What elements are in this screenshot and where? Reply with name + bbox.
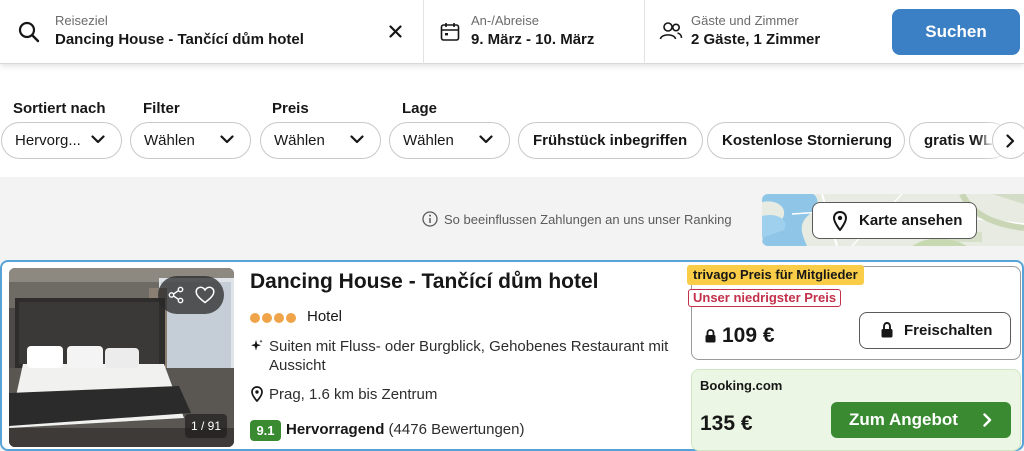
photo-counter: 1 / 91 [185,414,227,438]
member-price-value: 109 € [722,324,775,347]
location-pin-icon [251,386,263,402]
star-icon [250,313,260,323]
lowest-price-tag: Unser niedrigster Preis [688,289,842,307]
chip-free-cancellation[interactable]: Kostenlose Stornierung [707,122,905,159]
filter-dropdown[interactable]: Wählen [130,122,251,159]
chip-breakfast[interactable]: Frühstück inbegriffen [518,122,703,159]
location-label: Lage [402,100,438,117]
share-icon[interactable] [168,286,184,304]
view-deal-button[interactable]: Zum Angebot [831,402,1011,438]
calendar-icon [440,23,460,41]
unlock-button-label: Freischalten [904,322,993,339]
star-icon [262,313,272,323]
guests-icon [659,22,683,40]
provider-price: 135 € [700,412,753,435]
rating-label: Hervorragend [286,421,385,438]
member-price: 109 € [705,324,775,348]
filters-scroll-right-button[interactable] [992,122,1024,159]
member-price-tag: trivago Preis für Mitglieder [687,265,864,285]
provider-name: Booking.com [700,378,783,393]
ranking-info-link[interactable]: So beeinflussen Zahlungen an uns unser R… [422,211,732,227]
unlock-button[interactable]: Freischalten [859,312,1011,349]
ranking-info-text: So beeinflussen Zahlungen an uns unser R… [444,212,732,227]
sort-dropdown[interactable]: Hervorg... [1,122,122,159]
location-dropdown-value: Wählen [403,132,454,149]
sort-dropdown-value: Hervorg... [15,132,81,149]
price-label: Preis [272,100,309,117]
star-icon [286,313,296,323]
hotel-type: Hotel [307,308,343,325]
dates-field[interactable]: An-/Abreise 9. März - 10. März [424,0,645,64]
dates-value[interactable]: 9. März - 10. März [471,31,594,48]
chevron-down-icon [479,135,493,144]
search-bar: Reiseziel Dancing House - Tančící dům ho… [0,0,1024,64]
destination-label: Reiseziel [55,13,108,28]
location-dropdown[interactable]: Wählen [389,122,510,159]
destination-value[interactable]: Dancing House - Tančící dům hotel [55,31,304,48]
search-icon [18,21,40,43]
star-rating [250,310,298,328]
star-icon [274,313,284,323]
chip-free-wifi-label: gratis WL [924,132,993,149]
sort-label: Sortiert nach [13,100,106,117]
info-icon [422,211,438,227]
view-deal-label: Zum Angebot [849,410,958,429]
view-map-button[interactable]: Karte ansehen [812,202,977,239]
view-map-label: Karte ansehen [859,212,963,229]
heart-icon[interactable] [195,286,215,304]
rating-score-badge: 9.1 [250,420,281,441]
rating-summary[interactable]: Hervorragend (4476 Bewertungen) [286,421,524,438]
search-button[interactable]: Suchen [892,9,1020,55]
lock-icon [881,322,893,338]
clear-icon[interactable] [389,25,402,38]
chevron-right-icon [983,413,992,427]
chevron-down-icon [350,135,364,144]
guests-field[interactable]: Gäste und Zimmer 2 Gäste, 1 Zimmer [645,0,885,64]
hotel-amenities: Suiten mit Fluss- oder Burgblick, Gehobe… [269,338,669,374]
chevron-down-icon [91,135,105,144]
sparkle-icon [251,339,263,351]
lock-icon [705,329,716,343]
hotel-name[interactable]: Dancing House - Tančící dům hotel [250,270,598,294]
chip-breakfast-label: Frühstück inbegriffen [533,132,688,149]
photo-actions [158,276,224,314]
chevron-down-icon [220,135,234,144]
hotel-location: Prag, 1.6 km bis Zentrum [269,386,438,403]
price-dropdown-value: Wählen [274,132,325,149]
map-pin-icon [833,211,847,231]
review-count: (4476 Bewertungen) [388,421,525,438]
filter-dropdown-value: Wählen [144,132,195,149]
filter-label: Filter [143,100,180,117]
chip-free-cancellation-label: Kostenlose Stornierung [722,132,893,149]
guests-label: Gäste und Zimmer [691,13,799,28]
dates-label: An-/Abreise [471,13,539,28]
destination-field[interactable]: Reiseziel Dancing House - Tančící dům ho… [0,0,424,64]
chevron-right-icon [1006,134,1015,148]
guests-value[interactable]: 2 Gäste, 1 Zimmer [691,31,820,48]
price-dropdown[interactable]: Wählen [260,122,381,159]
